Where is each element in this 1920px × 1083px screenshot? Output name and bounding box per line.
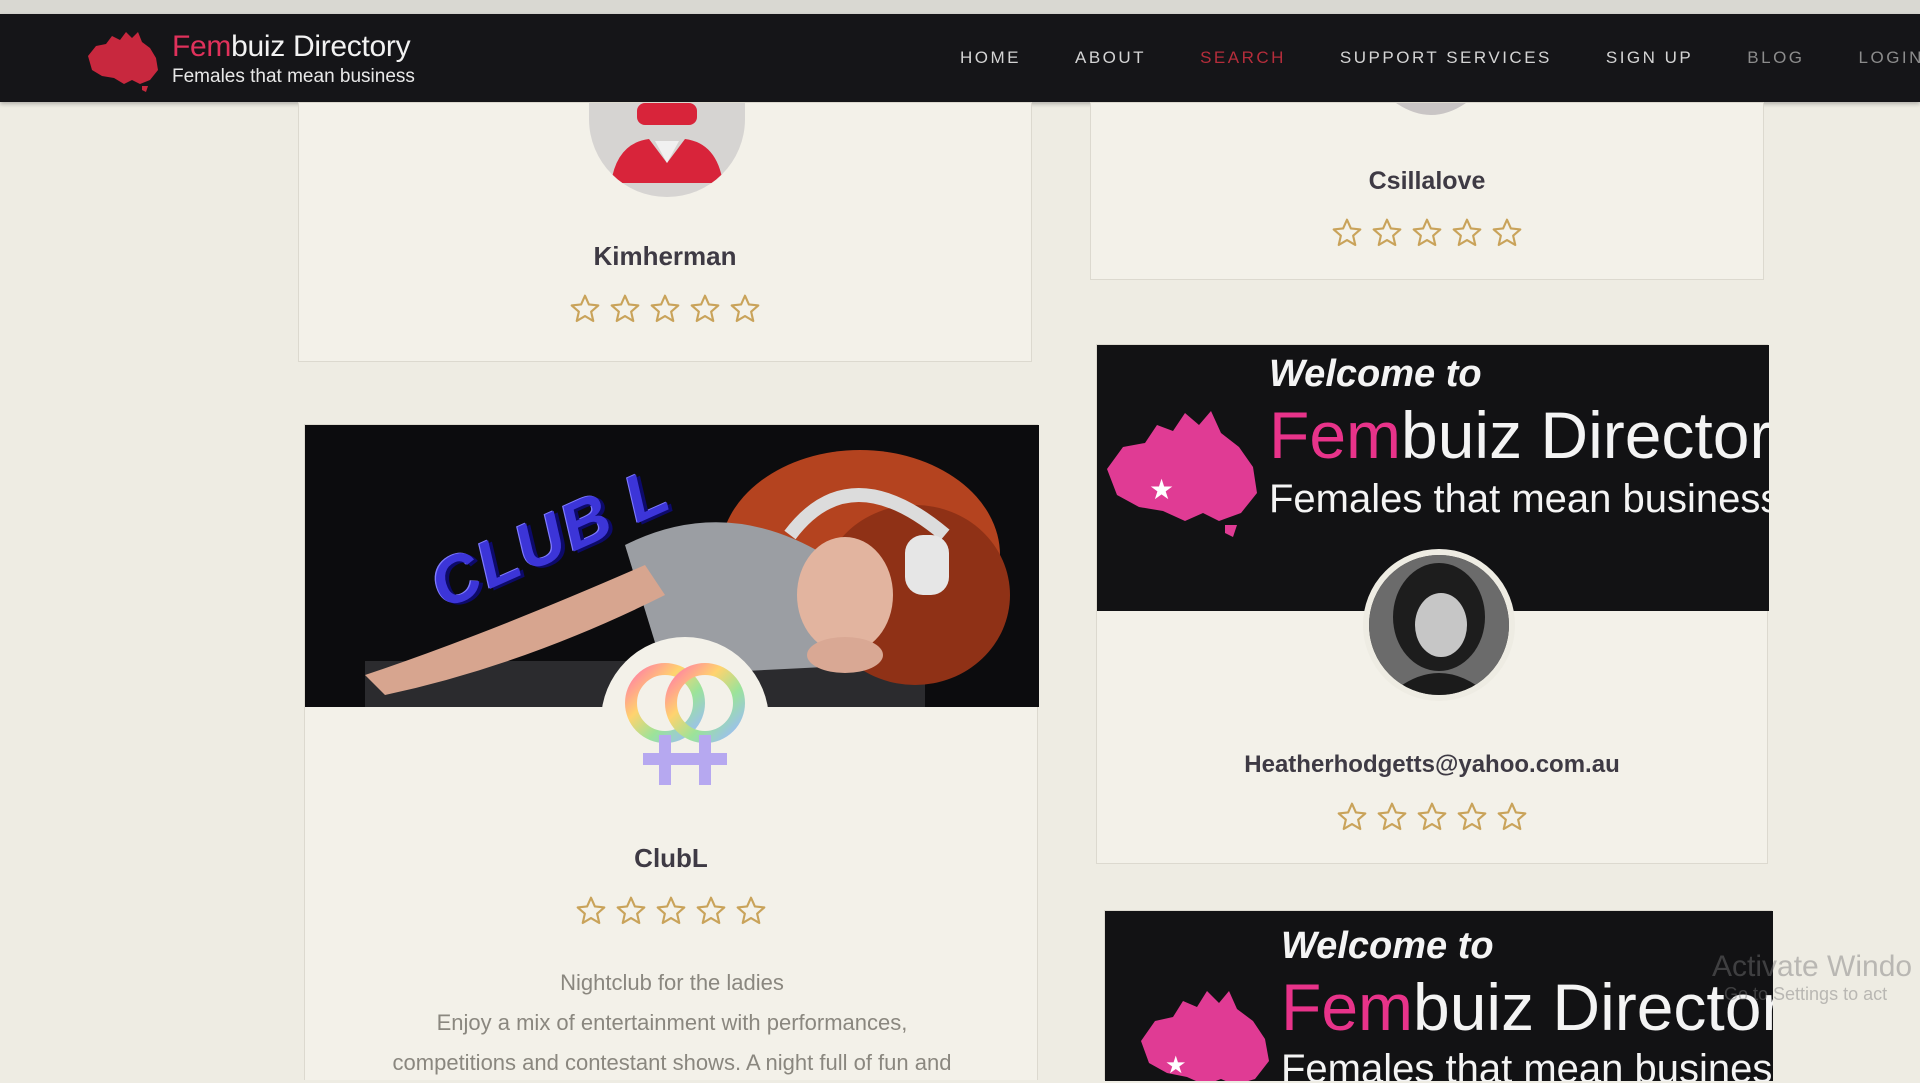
star-icon[interactable] [1376, 801, 1408, 833]
nav-about[interactable]: ABOUT [1075, 48, 1146, 68]
rating-stars[interactable] [1097, 801, 1767, 833]
card-name[interactable]: Csillalove [1091, 167, 1763, 196]
banner-tagline: Females that mean business [1281, 1047, 1773, 1081]
star-icon[interactable] [1456, 801, 1488, 833]
browser-strip [0, 0, 1920, 14]
australia-map-icon: ★ [1141, 991, 1269, 1081]
star-icon[interactable] [1336, 801, 1368, 833]
description-line: Enjoy a mix of entertainment with perfor… [436, 1010, 908, 1035]
watermark-line-2: Go to Settings to act [1724, 984, 1888, 1004]
description-line: competitions and contestant shows. A nig… [392, 1050, 952, 1075]
card-name[interactable]: Kimherman [299, 241, 1031, 272]
svg-text:★: ★ [1165, 1051, 1187, 1079]
rating-stars[interactable] [305, 895, 1037, 927]
nav-support-services[interactable]: SUPPORT SERVICES [1340, 48, 1552, 68]
star-icon[interactable] [1491, 217, 1523, 249]
avatar [601, 637, 769, 805]
profile-card-bottom[interactable]: Welcome to ★ Fembuiz Directory Females t… [1104, 910, 1773, 1081]
banner-title: Fembuiz Directory [1269, 398, 1769, 472]
star-icon[interactable] [615, 895, 647, 927]
australia-map-icon: ★ [1107, 411, 1257, 537]
star-icon[interactable] [1371, 217, 1403, 249]
avatar [589, 103, 745, 197]
banner-tagline: Females that mean business [1269, 477, 1769, 521]
star-icon[interactable] [655, 895, 687, 927]
profile-card-csillalove[interactable]: Csillalove [1090, 102, 1764, 280]
card-description: Nightclub for the ladies Enjoy a mix of … [305, 963, 1039, 1083]
card-name[interactable]: ClubL [305, 843, 1037, 874]
star-icon[interactable] [729, 293, 761, 325]
star-icon[interactable] [695, 895, 727, 927]
activate-windows-watermark: Activate Windo Go to Settings to act [1712, 950, 1912, 1005]
svg-text:★: ★ [1149, 473, 1174, 506]
star-icon[interactable] [1331, 217, 1363, 249]
profile-card-heather[interactable]: Welcome to ★ Fembuiz Directory Females t… [1096, 344, 1769, 864]
watermark-line-1: Activate Windo [1712, 950, 1913, 983]
avatar [1396, 103, 1466, 115]
rating-stars[interactable] [1091, 217, 1763, 249]
logo-title: Fembuiz Directory [172, 30, 411, 63]
star-icon[interactable] [649, 293, 681, 325]
star-icon[interactable] [569, 293, 601, 325]
profile-card-clubl[interactable]: CLUB L ClubL Nightclub for the ladies En… [304, 424, 1039, 1083]
nav-sign-up[interactable]: SIGN UP [1606, 48, 1693, 68]
star-icon[interactable] [1496, 801, 1528, 833]
star-icon[interactable] [689, 293, 721, 325]
user-avatar-icon [611, 103, 723, 183]
banner-welcome: Welcome to [1281, 925, 1494, 967]
main-nav: HOME ABOUT SEARCH SUPPORT SERVICES SIGN … [960, 14, 1920, 102]
profile-card-kimherman[interactable]: Kimherman [298, 102, 1032, 362]
avatar [1363, 549, 1515, 701]
star-icon[interactable] [1451, 217, 1483, 249]
star-icon[interactable] [609, 293, 641, 325]
logo-tagline: Females that mean business [172, 66, 415, 87]
banner-title: Fembuiz Directory [1281, 970, 1773, 1044]
star-icon[interactable] [575, 895, 607, 927]
star-icon[interactable] [735, 895, 767, 927]
site-logo[interactable]: Fembuiz Directory Females that mean busi… [82, 26, 432, 92]
nav-search[interactable]: SEARCH [1200, 48, 1286, 68]
australia-map-icon [88, 32, 158, 92]
profile-photo [1369, 555, 1509, 695]
description-line: Nightclub for the ladies [560, 970, 784, 995]
nav-login[interactable]: LOGIN [1859, 48, 1920, 68]
star-icon[interactable] [1416, 801, 1448, 833]
star-icon[interactable] [1411, 217, 1443, 249]
card-name[interactable]: Heatherhodgetts@yahoo.com.au [1097, 751, 1767, 779]
site-header: Fembuiz Directory Females that mean busi… [0, 14, 1920, 102]
fembuiz-banner: Welcome to ★ Fembuiz Directory Females t… [1105, 911, 1773, 1081]
rating-stars[interactable] [299, 293, 1031, 325]
nav-blog[interactable]: BLOG [1747, 48, 1804, 68]
nav-home[interactable]: HOME [960, 48, 1021, 68]
banner-welcome: Welcome to [1269, 353, 1482, 395]
double-venus-icon [625, 663, 745, 785]
